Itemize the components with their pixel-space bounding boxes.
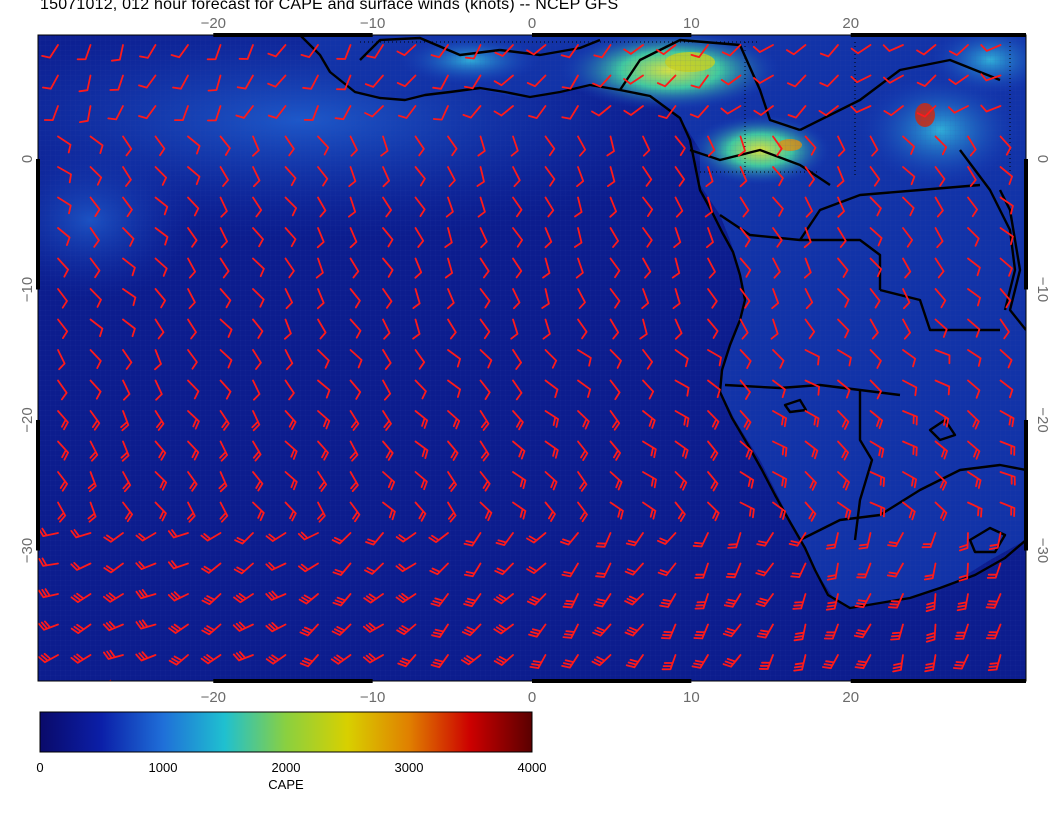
border-bar-left — [36, 419, 40, 551]
y-tick-label-left: −20 — [19, 407, 36, 432]
wind-barb — [170, 686, 188, 696]
wind-barb — [857, 686, 870, 700]
wind-barb — [628, 686, 643, 699]
x-tick-label-bottom: 0 — [528, 689, 536, 706]
colorbar-tick-label: 4000 — [518, 760, 547, 775]
wind-barb — [662, 686, 676, 700]
border-bar-top — [213, 33, 373, 37]
colorbar-ticks: 0 1000 2000 3000 4000 — [36, 760, 546, 775]
wind-barb — [561, 686, 578, 697]
wind-barb — [761, 686, 773, 701]
y-tick-label-right: −30 — [1034, 538, 1051, 563]
wind-barb — [234, 683, 253, 691]
colorbar-tick-label: 1000 — [149, 760, 178, 775]
wind-barb — [923, 686, 936, 701]
colorbar — [39, 711, 533, 753]
wind-barb — [822, 686, 838, 699]
wind-barb — [496, 686, 513, 698]
wind-barb — [894, 686, 903, 703]
border-bar-bottom — [532, 679, 692, 683]
x-tick-label-top: 20 — [842, 15, 859, 32]
wind-barb — [39, 685, 58, 693]
wind-barb — [267, 686, 285, 696]
x-tick-label-top: −10 — [360, 15, 385, 32]
colorbar-label: CAPE — [268, 777, 304, 792]
wind-barb — [331, 684, 350, 692]
x-tick-label-top: −20 — [201, 15, 226, 32]
border-bar-right — [1024, 158, 1028, 290]
y-tick-label-left: −30 — [19, 538, 36, 563]
wind-barb — [793, 686, 806, 700]
wind-barb — [462, 686, 481, 695]
wind-barb — [430, 686, 448, 697]
y-tick-label-right: 0 — [1034, 155, 1051, 163]
colorbar-tick-label: 0 — [36, 760, 43, 775]
y-tick-label-left: −10 — [19, 277, 36, 302]
border-bar-left — [36, 158, 40, 290]
x-tick-label-bottom: −10 — [360, 689, 385, 706]
wind-barb — [136, 685, 155, 694]
border-bar-right — [1024, 419, 1028, 551]
colorbar-tick-label: 2000 — [272, 760, 301, 775]
wind-barb — [106, 679, 112, 681]
x-tick-label-bottom: −20 — [201, 689, 226, 706]
border-bar-top — [850, 33, 1026, 37]
wind-barb — [399, 686, 415, 698]
x-tick-label-top: 0 — [528, 15, 536, 32]
y-tick-label-left: 0 — [19, 155, 36, 163]
wind-barb — [724, 686, 740, 698]
y-tick-label-right: −20 — [1034, 407, 1051, 432]
wind-barb — [991, 686, 1000, 703]
wind-barb — [954, 686, 968, 700]
x-tick-label-top: 10 — [683, 15, 700, 32]
colorbar-tick-label: 3000 — [395, 760, 424, 775]
border-bar-top — [532, 33, 692, 37]
border-bar-bottom — [213, 679, 373, 683]
wind-barb — [593, 686, 611, 696]
y-tick-label-right: −10 — [1034, 277, 1051, 302]
wind-barb — [71, 683, 90, 692]
wind-barb — [300, 686, 318, 697]
border-bar-bottom — [850, 679, 1026, 683]
cape-wind-map: −20−20−10−1000101020200 0−10 −10−20 −20−30−… — [19, 15, 1051, 792]
x-tick-label-bottom: 10 — [683, 689, 700, 706]
x-tick-label-bottom: 20 — [842, 689, 859, 706]
